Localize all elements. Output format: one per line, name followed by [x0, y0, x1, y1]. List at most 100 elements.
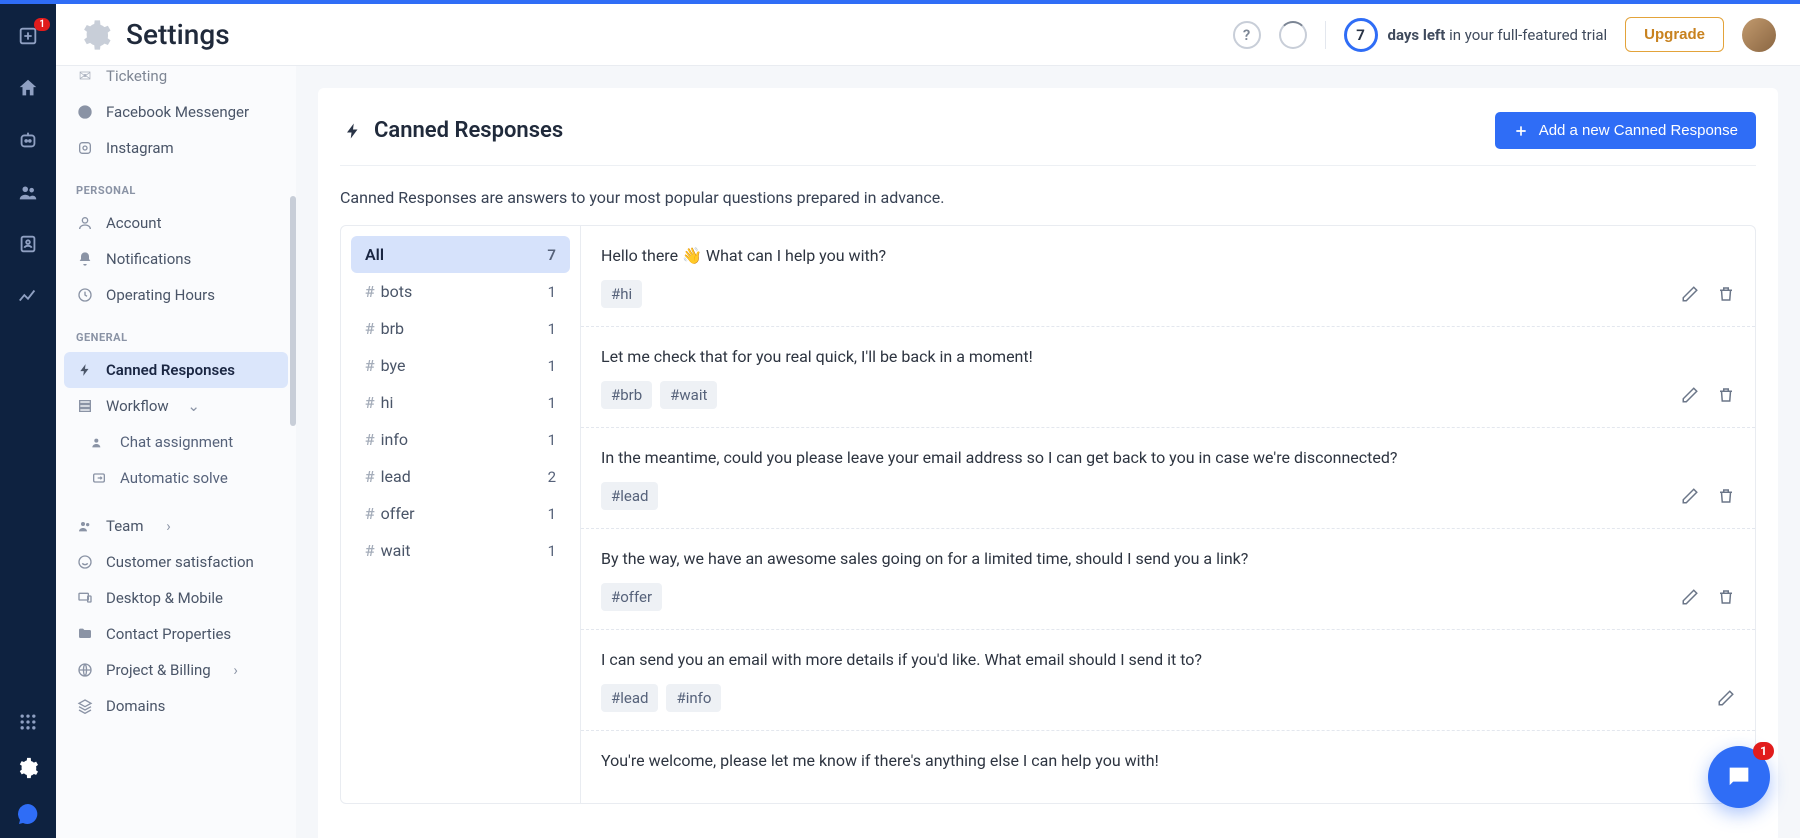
tag-filter-bye[interactable]: # bye1 — [351, 347, 570, 384]
section-description: Canned Responses are answers to your mos… — [340, 166, 1756, 225]
gear-icon — [80, 19, 112, 51]
avatar[interactable] — [1742, 18, 1776, 52]
response-item: You're welcome, please let me know if th… — [581, 731, 1755, 803]
inbox-icon[interactable]: 1 — [16, 24, 40, 48]
response-tag[interactable]: #lead — [601, 482, 658, 510]
globe-icon — [76, 662, 94, 678]
delete-button[interactable] — [1717, 386, 1735, 404]
apps-icon[interactable] — [16, 710, 40, 734]
response-item: In the meantime, could you please leave … — [581, 428, 1755, 529]
tag-filter-brb[interactable]: # brb1 — [351, 310, 570, 347]
response-text: You're welcome, please let me know if th… — [601, 749, 1735, 773]
messenger-icon — [76, 104, 94, 120]
sidebar-item-desktop-mobile[interactable]: Desktop & Mobile — [64, 580, 288, 616]
sync-button[interactable] — [1279, 21, 1307, 49]
sidebar-cat-personal: PERSONAL — [64, 166, 288, 205]
clock-icon — [76, 287, 94, 303]
sidebar-item-automatic-solve[interactable]: Automatic solve — [64, 460, 288, 496]
sidebar-item-csat[interactable]: Customer satisfaction — [64, 544, 288, 580]
tag-filter-hi[interactable]: # hi1 — [351, 384, 570, 421]
workflow-icon — [76, 398, 94, 414]
tag-filter-list: All7# bots1# brb1# bye1# hi1# info1# lea… — [341, 226, 581, 803]
settings-sidebar: ✉Ticketing Facebook Messenger Instagram … — [56, 66, 296, 838]
left-rail: 1 — [0, 4, 56, 838]
tag-filter-offer[interactable]: # offer1 — [351, 495, 570, 532]
header: Settings ? 7 days left in your full-feat… — [56, 4, 1800, 66]
response-tag[interactable]: #wait — [660, 381, 717, 409]
bell-icon — [76, 251, 94, 267]
responses-list: Hello there 👋 What can I help you with? #… — [581, 226, 1755, 803]
response-item: Hello there 👋 What can I help you with? #… — [581, 226, 1755, 327]
trial-status: 7 days left in your full-featured trial — [1344, 18, 1608, 52]
sidebar-item-instagram[interactable]: Instagram — [64, 130, 288, 166]
sidebar-item-ticketing[interactable]: ✉Ticketing — [64, 66, 288, 94]
divider — [1325, 21, 1326, 49]
add-canned-response-button[interactable]: Add a new Canned Response — [1495, 112, 1756, 149]
days-left-text: days left in your full-featured trial — [1388, 26, 1608, 44]
response-text: I can send you an email with more detail… — [601, 648, 1735, 672]
contacts-icon[interactable] — [16, 232, 40, 256]
upgrade-button[interactable]: Upgrade — [1625, 17, 1724, 52]
response-tag[interactable]: #offer — [601, 583, 662, 611]
sidebar-item-workflow[interactable]: Workflow ⌄ — [64, 388, 288, 424]
response-tag[interactable]: #lead — [601, 684, 658, 712]
tag-filter-wait[interactable]: # wait1 — [351, 532, 570, 569]
mail-icon: ✉ — [76, 67, 94, 85]
settings-icon[interactable] — [16, 756, 40, 780]
assign-icon — [90, 434, 108, 450]
tag-filter-all[interactable]: All7 — [351, 236, 570, 273]
delete-button[interactable] — [1717, 487, 1735, 505]
folder-icon — [76, 626, 94, 642]
logo-icon[interactable] — [16, 802, 40, 826]
response-item: By the way, we have an awesome sales goi… — [581, 529, 1755, 630]
visitors-icon[interactable] — [16, 180, 40, 204]
bolt-icon — [340, 122, 366, 140]
delete-button[interactable] — [1717, 588, 1735, 606]
tag-filter-bots[interactable]: # bots1 — [351, 273, 570, 310]
responses-panel: All7# bots1# brb1# bye1# hi1# info1# lea… — [340, 225, 1756, 804]
chevron-right-icon: › — [160, 517, 178, 535]
edit-button[interactable] — [1717, 689, 1735, 707]
edit-button[interactable] — [1681, 487, 1699, 505]
days-left-number: 7 — [1344, 18, 1378, 52]
sidebar-item-canned-responses[interactable]: Canned Responses — [64, 352, 288, 388]
bolt-icon — [76, 363, 94, 377]
sidebar-item-contact-properties[interactable]: Contact Properties — [64, 616, 288, 652]
sidebar-item-team[interactable]: Team › — [64, 508, 288, 544]
sidebar-item-domains[interactable]: Domains — [64, 688, 288, 724]
chevron-down-icon: ⌄ — [185, 397, 203, 415]
edit-button[interactable] — [1681, 588, 1699, 606]
sidebar-cat-general: GENERAL — [64, 313, 288, 352]
edit-button[interactable] — [1681, 285, 1699, 303]
analytics-icon[interactable] — [16, 284, 40, 308]
chat-fab[interactable]: 1 — [1708, 746, 1770, 808]
response-item: Let me check that for you real quick, I'… — [581, 327, 1755, 428]
response-tag[interactable]: #hi — [601, 280, 642, 308]
sidebar-item-notifications[interactable]: Notifications — [64, 241, 288, 277]
tag-filter-lead[interactable]: # lead2 — [351, 458, 570, 495]
home-icon[interactable] — [16, 76, 40, 100]
help-button[interactable]: ? — [1233, 21, 1261, 49]
response-tag[interactable]: #info — [666, 684, 721, 712]
response-text: Hello there 👋 What can I help you with? — [601, 244, 1735, 268]
response-tag[interactable]: #brb — [601, 381, 652, 409]
section-title: Canned Responses — [374, 118, 563, 143]
tag-filter-info[interactable]: # info1 — [351, 421, 570, 458]
delete-button[interactable] — [1717, 285, 1735, 303]
devices-icon — [76, 590, 94, 606]
sidebar-item-account[interactable]: Account — [64, 205, 288, 241]
edit-button[interactable] — [1681, 386, 1699, 404]
bot-icon[interactable] — [16, 128, 40, 152]
response-text: By the way, we have an awesome sales goi… — [601, 547, 1735, 571]
inbox-badge: 1 — [34, 18, 50, 31]
sidebar-item-operating-hours[interactable]: Operating Hours — [64, 277, 288, 313]
page-title: Settings — [126, 18, 230, 51]
sidebar-item-chat-assignment[interactable]: Chat assignment — [64, 424, 288, 460]
sidebar-item-facebook[interactable]: Facebook Messenger — [64, 94, 288, 130]
layers-icon — [76, 698, 94, 714]
card-header: Canned Responses Add a new Canned Respon… — [340, 88, 1756, 166]
team-icon — [76, 518, 94, 534]
chevron-right-icon: › — [227, 661, 245, 679]
sidebar-item-project-billing[interactable]: Project & Billing › — [64, 652, 288, 688]
user-icon — [76, 215, 94, 231]
